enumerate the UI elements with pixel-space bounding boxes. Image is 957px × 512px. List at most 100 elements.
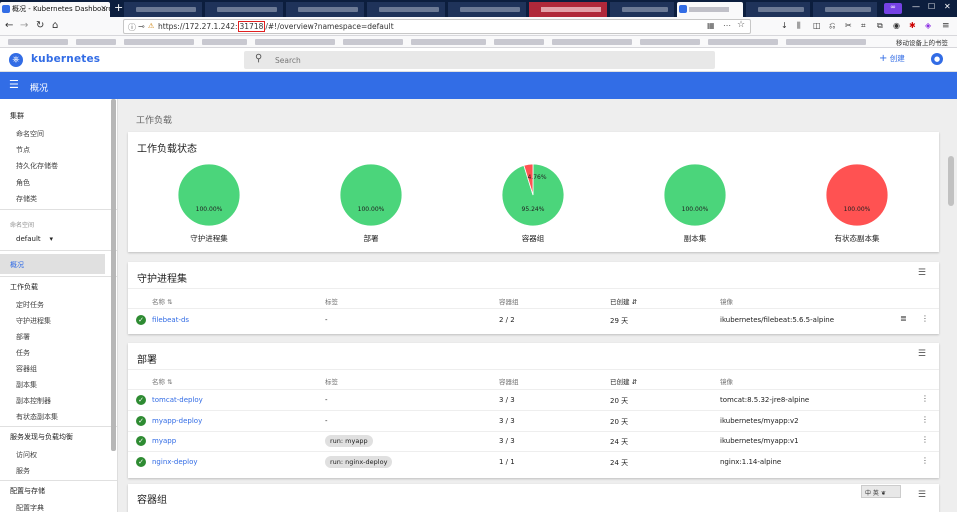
tab-blurred-6[interactable] [529, 2, 607, 17]
reload-icon[interactable]: ↻ [36, 20, 44, 32]
camera-icon[interactable]: ◉ [893, 20, 900, 32]
info-icon[interactable]: ⓘ [128, 22, 136, 33]
screenshot-icon[interactable]: ✂ [845, 20, 852, 32]
more-actions-icon[interactable]: ⋮ [921, 394, 929, 403]
search-input[interactable]: Search [275, 56, 301, 65]
sidebar-item-configmaps[interactable]: 配置字典 [16, 503, 44, 512]
filter-icon[interactable]: ☰ [918, 490, 926, 500]
search-box[interactable]: ⚲ Search [244, 51, 715, 69]
pie-chart [825, 163, 889, 227]
sidebar-item-replicasets[interactable]: 副本集 [16, 380, 37, 390]
sidebar-item-jobs[interactable]: 任务 [16, 348, 30, 358]
filter-icon[interactable]: ☰ [918, 349, 926, 359]
pie-percent-label: 100.00% [357, 206, 385, 213]
kubernetes-logo-icon[interactable]: ⎈ [9, 53, 23, 67]
bug-icon[interactable]: ✱ [909, 20, 916, 32]
sidebar-item-replication-controllers[interactable]: 副本控制器 [16, 396, 51, 406]
sidebar-item-overview[interactable]: 概况 [0, 254, 105, 274]
tab-blurred-4[interactable] [367, 2, 445, 17]
tab-blurred-5[interactable] [448, 2, 526, 17]
private-browsing-icon: ∞ [884, 3, 902, 14]
home-icon[interactable]: ⌂ [52, 20, 58, 32]
sidebar-item-nodes[interactable]: 节点 [16, 145, 30, 155]
deployment-name-link[interactable]: nginx-deploy [152, 458, 198, 466]
sidebar-item-daemonsets[interactable]: 守护进程集 [16, 316, 51, 326]
label-chip: run: nginx-deploy [325, 456, 393, 468]
pie-percent-label: 100.00% [195, 206, 223, 213]
downloads-icon[interactable]: ↓ [781, 20, 788, 32]
tab-kubernetes-dashboard[interactable]: 概况 - Kubernetes Dashboard ✕ [0, 2, 110, 17]
deployment-name-link[interactable]: myapp-deploy [152, 417, 202, 425]
sidebar-item-ingresses[interactable]: 访问权 [16, 450, 37, 460]
filter-icon[interactable]: ☰ [918, 268, 926, 278]
account-icon[interactable]: ● [931, 53, 943, 65]
tab-blurred-8[interactable] [746, 2, 810, 17]
mobile-bookmarks[interactable]: 移动设备上的书签 [896, 37, 948, 47]
crop-icon[interactable]: ⧉ [877, 20, 883, 32]
brand-name[interactable]: kubernetes [31, 53, 100, 65]
sidebar-item-storage-classes[interactable]: 存储类 [16, 194, 37, 204]
new-tab-button[interactable]: + [114, 2, 123, 14]
sidebar-item-pods[interactable]: 容器组 [16, 364, 37, 374]
deployment-name-link[interactable]: tomcat-deploy [152, 396, 203, 404]
col-header-name[interactable]: 名称 ⇅ [152, 376, 173, 386]
lock-warning-icon[interactable]: ⚠ [148, 22, 154, 30]
sidebar-header-cluster[interactable]: 集群 [10, 111, 24, 121]
menu-icon[interactable]: ☰ [9, 78, 19, 91]
minimize-icon[interactable]: — [912, 2, 920, 11]
close-tab-icon[interactable]: ✕ [100, 4, 107, 13]
pie-percent-label: 95.24% [521, 206, 545, 213]
bookmark-star-icon[interactable]: ☆ [737, 20, 745, 30]
sidebar-header-config[interactable]: 配置与存储 [10, 486, 45, 496]
more-actions-icon[interactable]: ⋮ [921, 435, 929, 444]
sidebar-item-services[interactable]: 服务 [16, 466, 30, 476]
sidebar-header-discovery[interactable]: 服务发现与负载均衡 [10, 432, 73, 442]
tab-blurred-9[interactable] [813, 2, 877, 17]
more-actions-icon[interactable]: ⋮ [921, 314, 929, 323]
more-actions-icon[interactable]: ⋮ [921, 456, 929, 465]
col-header-created[interactable]: 已创建 ⇵ [610, 296, 637, 306]
more-actions-icon[interactable]: ⋮ [921, 415, 929, 424]
sidebar-item-persistent-volumes[interactable]: 持久化存储卷 [16, 161, 58, 171]
pie-slice [339, 163, 403, 227]
close-window-icon[interactable]: ✕ [944, 2, 951, 11]
daemonset-name-link[interactable]: filebeat-ds [152, 316, 189, 324]
sidebar-item-roles[interactable]: 角色 [16, 178, 30, 188]
sidebar-header-workloads[interactable]: 工作负载 [10, 282, 38, 292]
library-icon[interactable]: ⫼ [797, 20, 801, 32]
sidebar-item-namespaces[interactable]: 命名空间 [16, 129, 44, 139]
dropdown-arrow-icon: ▾ [49, 235, 54, 243]
page-actions-icon[interactable]: ⋯ [723, 21, 731, 30]
history-icon[interactable]: ⎌ [829, 20, 835, 32]
deployment-name-link[interactable]: myapp [152, 437, 176, 445]
sidebar-icon[interactable]: ◫ [813, 20, 821, 32]
sidebar-item-cronjobs[interactable]: 定时任务 [16, 300, 44, 310]
namespace-select[interactable]: default ▾ [16, 235, 53, 243]
tracking-icon[interactable]: ⊸ [138, 22, 145, 31]
hamburger-menu-icon[interactable]: ≡ [942, 20, 950, 32]
tab-blurred-1[interactable] [124, 2, 202, 17]
forward-icon[interactable]: → [20, 20, 28, 32]
addon-icon[interactable]: ◈ [925, 20, 931, 32]
tab-current[interactable] [677, 2, 743, 17]
pie-percent-label: 100.00% [681, 206, 709, 213]
maximize-icon[interactable]: ☐ [928, 2, 935, 11]
create-button[interactable]: + 创建 [879, 53, 905, 64]
sidebar-item-deployments[interactable]: 部署 [16, 332, 30, 342]
sidebar-item-statefulsets[interactable]: 有状态副本集 [16, 412, 58, 422]
sidebar-scrollbar[interactable] [111, 99, 116, 451]
tab-blurred-2[interactable] [205, 2, 283, 17]
col-header-name[interactable]: 名称 ⇅ [152, 296, 173, 306]
ime-toolbar[interactable]: 中 英 ❦ [861, 485, 901, 498]
address-bar[interactable]: ⓘ ⊸ ⚠ https://172.27.1.242: 31718/#!/over… [123, 19, 751, 34]
extension-icon[interactable]: ⌗ [861, 20, 866, 32]
tab-blurred-7[interactable] [610, 2, 674, 17]
col-header-created[interactable]: 已创建 ⇵ [610, 376, 637, 386]
reader-view-icon[interactable]: ▦ [707, 21, 715, 30]
pods-card: 容器组 ☰ [128, 484, 939, 512]
logs-icon[interactable]: ≣ [900, 314, 907, 323]
tab-blurred-3[interactable] [286, 2, 364, 17]
back-icon[interactable]: ← [5, 20, 13, 32]
page-scrollbar[interactable] [948, 156, 954, 206]
status-ok-icon: ✓ [136, 416, 146, 426]
